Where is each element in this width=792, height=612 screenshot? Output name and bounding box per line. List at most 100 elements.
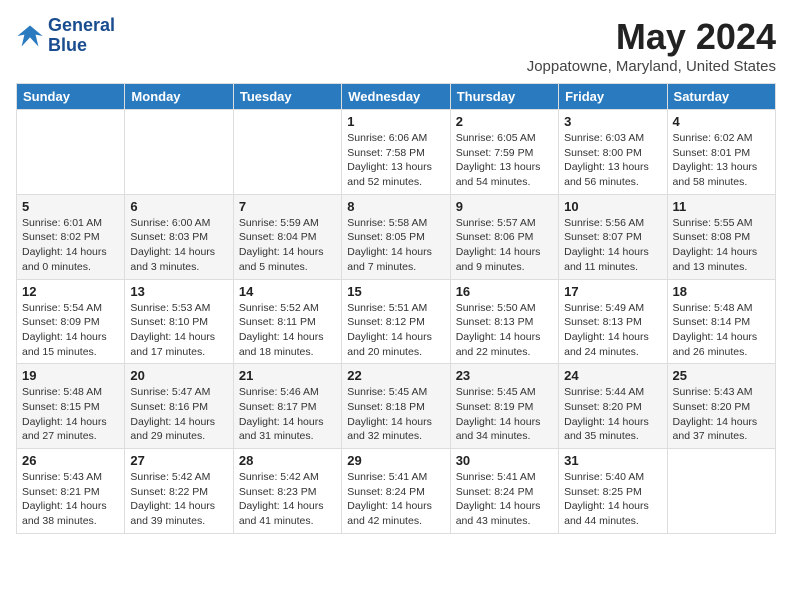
day-number: 25 bbox=[673, 368, 770, 383]
calendar-week-row: 5 Sunrise: 6:01 AM Sunset: 8:02 PM Daylig… bbox=[17, 194, 776, 279]
day-number: 26 bbox=[22, 453, 119, 468]
day-info: Sunrise: 5:53 AM Sunset: 8:10 PM Dayligh… bbox=[130, 301, 227, 360]
title-area: May 2024 Joppatowne, Maryland, United St… bbox=[527, 16, 776, 75]
weekday-header-sunday: Sunday bbox=[17, 84, 125, 110]
calendar-cell: 31Sunrise: 5:40 AM Sunset: 8:25 PM Dayli… bbox=[559, 449, 667, 534]
calendar-cell bbox=[233, 110, 341, 195]
calendar-cell: 5 Sunrise: 6:01 AM Sunset: 8:02 PM Daylig… bbox=[17, 194, 125, 279]
day-info: Sunrise: 6:01 AM Sunset: 8:02 PM Dayligh… bbox=[22, 216, 119, 275]
day-info: Sunrise: 5:42 AM Sunset: 8:23 PM Dayligh… bbox=[239, 470, 336, 529]
day-info: Sunrise: 5:45 AM Sunset: 8:19 PM Dayligh… bbox=[456, 385, 553, 444]
day-info: Sunrise: 5:51 AM Sunset: 8:12 PM Dayligh… bbox=[347, 301, 444, 360]
calendar-cell: 27Sunrise: 5:42 AM Sunset: 8:22 PM Dayli… bbox=[125, 449, 233, 534]
calendar-cell: 16Sunrise: 5:50 AM Sunset: 8:13 PM Dayli… bbox=[450, 279, 558, 364]
day-info: Sunrise: 5:56 AM Sunset: 8:07 PM Dayligh… bbox=[564, 216, 661, 275]
day-info: Sunrise: 5:41 AM Sunset: 8:24 PM Dayligh… bbox=[456, 470, 553, 529]
day-number: 15 bbox=[347, 284, 444, 299]
weekday-header-friday: Friday bbox=[559, 84, 667, 110]
calendar-cell: 17 Sunrise: 5:49 AM Sunset: 8:13 PM Dayli… bbox=[559, 279, 667, 364]
day-number: 11 bbox=[673, 199, 770, 214]
calendar-cell: 29Sunrise: 5:41 AM Sunset: 8:24 PM Dayli… bbox=[342, 449, 450, 534]
day-number: 30 bbox=[456, 453, 553, 468]
day-number: 8 bbox=[347, 199, 444, 214]
day-info: Sunrise: 5:43 AM Sunset: 8:21 PM Dayligh… bbox=[22, 470, 119, 529]
calendar-cell: 19Sunrise: 5:48 AM Sunset: 8:15 PM Dayli… bbox=[17, 364, 125, 449]
day-info: Sunrise: 5:55 AM Sunset: 8:08 PM Dayligh… bbox=[673, 216, 770, 275]
weekday-header-saturday: Saturday bbox=[667, 84, 775, 110]
calendar-cell: 1 Sunrise: 6:06 AM Sunset: 7:58 PM Daylig… bbox=[342, 110, 450, 195]
calendar-week-row: 26 Sunrise: 5:43 AM Sunset: 8:21 PM Dayli… bbox=[17, 449, 776, 534]
calendar-cell: 4Sunrise: 6:02 AM Sunset: 8:01 PM Daylig… bbox=[667, 110, 775, 195]
day-number: 3 bbox=[564, 114, 661, 129]
calendar-cell: 20 Sunrise: 5:47 AM Sunset: 8:16 PM Dayli… bbox=[125, 364, 233, 449]
calendar-cell: 3 Sunrise: 6:03 AM Sunset: 8:00 PM Daylig… bbox=[559, 110, 667, 195]
day-number: 24 bbox=[564, 368, 661, 383]
day-number: 28 bbox=[239, 453, 336, 468]
day-number: 17 bbox=[564, 284, 661, 299]
day-number: 4 bbox=[673, 114, 770, 129]
calendar-table: SundayMondayTuesdayWednesdayThursdayFrid… bbox=[16, 83, 776, 534]
month-title: May 2024 bbox=[527, 16, 776, 58]
calendar-cell: 6 Sunrise: 6:00 AM Sunset: 8:03 PM Daylig… bbox=[125, 194, 233, 279]
calendar-cell: 23 Sunrise: 5:45 AM Sunset: 8:19 PM Dayli… bbox=[450, 364, 558, 449]
day-info: Sunrise: 6:00 AM Sunset: 8:03 PM Dayligh… bbox=[130, 216, 227, 275]
calendar-cell: 14 Sunrise: 5:52 AM Sunset: 8:11 PM Dayli… bbox=[233, 279, 341, 364]
day-info: Sunrise: 5:58 AM Sunset: 8:05 PM Dayligh… bbox=[347, 216, 444, 275]
day-info: Sunrise: 5:52 AM Sunset: 8:11 PM Dayligh… bbox=[239, 301, 336, 360]
weekday-header-monday: Monday bbox=[125, 84, 233, 110]
day-info: Sunrise: 5:49 AM Sunset: 8:13 PM Dayligh… bbox=[564, 301, 661, 360]
day-info: Sunrise: 6:06 AM Sunset: 7:58 PM Dayligh… bbox=[347, 131, 444, 190]
weekday-header-wednesday: Wednesday bbox=[342, 84, 450, 110]
day-info: Sunrise: 5:44 AM Sunset: 8:20 PM Dayligh… bbox=[564, 385, 661, 444]
day-info: Sunrise: 5:48 AM Sunset: 8:14 PM Dayligh… bbox=[673, 301, 770, 360]
day-number: 14 bbox=[239, 284, 336, 299]
day-info: Sunrise: 5:59 AM Sunset: 8:04 PM Dayligh… bbox=[239, 216, 336, 275]
day-number: 1 bbox=[347, 114, 444, 129]
calendar-cell: 30 Sunrise: 5:41 AM Sunset: 8:24 PM Dayli… bbox=[450, 449, 558, 534]
logo: General Blue bbox=[16, 16, 115, 56]
day-number: 12 bbox=[22, 284, 119, 299]
day-number: 23 bbox=[456, 368, 553, 383]
day-info: Sunrise: 5:42 AM Sunset: 8:22 PM Dayligh… bbox=[130, 470, 227, 529]
calendar-cell: 12Sunrise: 5:54 AM Sunset: 8:09 PM Dayli… bbox=[17, 279, 125, 364]
day-number: 18 bbox=[673, 284, 770, 299]
day-number: 7 bbox=[239, 199, 336, 214]
calendar-cell: 22 Sunrise: 5:45 AM Sunset: 8:18 PM Dayli… bbox=[342, 364, 450, 449]
day-number: 21 bbox=[239, 368, 336, 383]
page-header: General Blue May 2024 Joppatowne, Maryla… bbox=[16, 16, 776, 75]
calendar-week-row: 19Sunrise: 5:48 AM Sunset: 8:15 PM Dayli… bbox=[17, 364, 776, 449]
weekday-header-row: SundayMondayTuesdayWednesdayThursdayFrid… bbox=[17, 84, 776, 110]
day-info: Sunrise: 5:40 AM Sunset: 8:25 PM Dayligh… bbox=[564, 470, 661, 529]
calendar-cell bbox=[17, 110, 125, 195]
calendar-cell: 15 Sunrise: 5:51 AM Sunset: 8:12 PM Dayli… bbox=[342, 279, 450, 364]
calendar-cell: 8 Sunrise: 5:58 AM Sunset: 8:05 PM Daylig… bbox=[342, 194, 450, 279]
calendar-cell: 18 Sunrise: 5:48 AM Sunset: 8:14 PM Dayli… bbox=[667, 279, 775, 364]
day-info: Sunrise: 6:03 AM Sunset: 8:00 PM Dayligh… bbox=[564, 131, 661, 190]
calendar-cell: 13Sunrise: 5:53 AM Sunset: 8:10 PM Dayli… bbox=[125, 279, 233, 364]
day-number: 2 bbox=[456, 114, 553, 129]
day-info: Sunrise: 5:47 AM Sunset: 8:16 PM Dayligh… bbox=[130, 385, 227, 444]
calendar-cell: 2Sunrise: 6:05 AM Sunset: 7:59 PM Daylig… bbox=[450, 110, 558, 195]
calendar-week-row: 1 Sunrise: 6:06 AM Sunset: 7:58 PM Daylig… bbox=[17, 110, 776, 195]
calendar-cell: 11 Sunrise: 5:55 AM Sunset: 8:08 PM Dayli… bbox=[667, 194, 775, 279]
weekday-header-tuesday: Tuesday bbox=[233, 84, 341, 110]
calendar-cell: 7 Sunrise: 5:59 AM Sunset: 8:04 PM Daylig… bbox=[233, 194, 341, 279]
day-number: 20 bbox=[130, 368, 227, 383]
day-info: Sunrise: 5:57 AM Sunset: 8:06 PM Dayligh… bbox=[456, 216, 553, 275]
day-number: 9 bbox=[456, 199, 553, 214]
calendar-cell bbox=[667, 449, 775, 534]
day-info: Sunrise: 5:45 AM Sunset: 8:18 PM Dayligh… bbox=[347, 385, 444, 444]
weekday-header-thursday: Thursday bbox=[450, 84, 558, 110]
day-number: 22 bbox=[347, 368, 444, 383]
logo-text-line1: General bbox=[48, 16, 115, 36]
day-number: 6 bbox=[130, 199, 227, 214]
calendar-cell: 28 Sunrise: 5:42 AM Sunset: 8:23 PM Dayli… bbox=[233, 449, 341, 534]
logo-text-line2: Blue bbox=[48, 36, 115, 56]
calendar-cell: 26 Sunrise: 5:43 AM Sunset: 8:21 PM Dayli… bbox=[17, 449, 125, 534]
calendar-cell: 10Sunrise: 5:56 AM Sunset: 8:07 PM Dayli… bbox=[559, 194, 667, 279]
day-info: Sunrise: 5:48 AM Sunset: 8:15 PM Dayligh… bbox=[22, 385, 119, 444]
day-info: Sunrise: 5:46 AM Sunset: 8:17 PM Dayligh… bbox=[239, 385, 336, 444]
calendar-week-row: 12Sunrise: 5:54 AM Sunset: 8:09 PM Dayli… bbox=[17, 279, 776, 364]
day-number: 5 bbox=[22, 199, 119, 214]
calendar-cell bbox=[125, 110, 233, 195]
